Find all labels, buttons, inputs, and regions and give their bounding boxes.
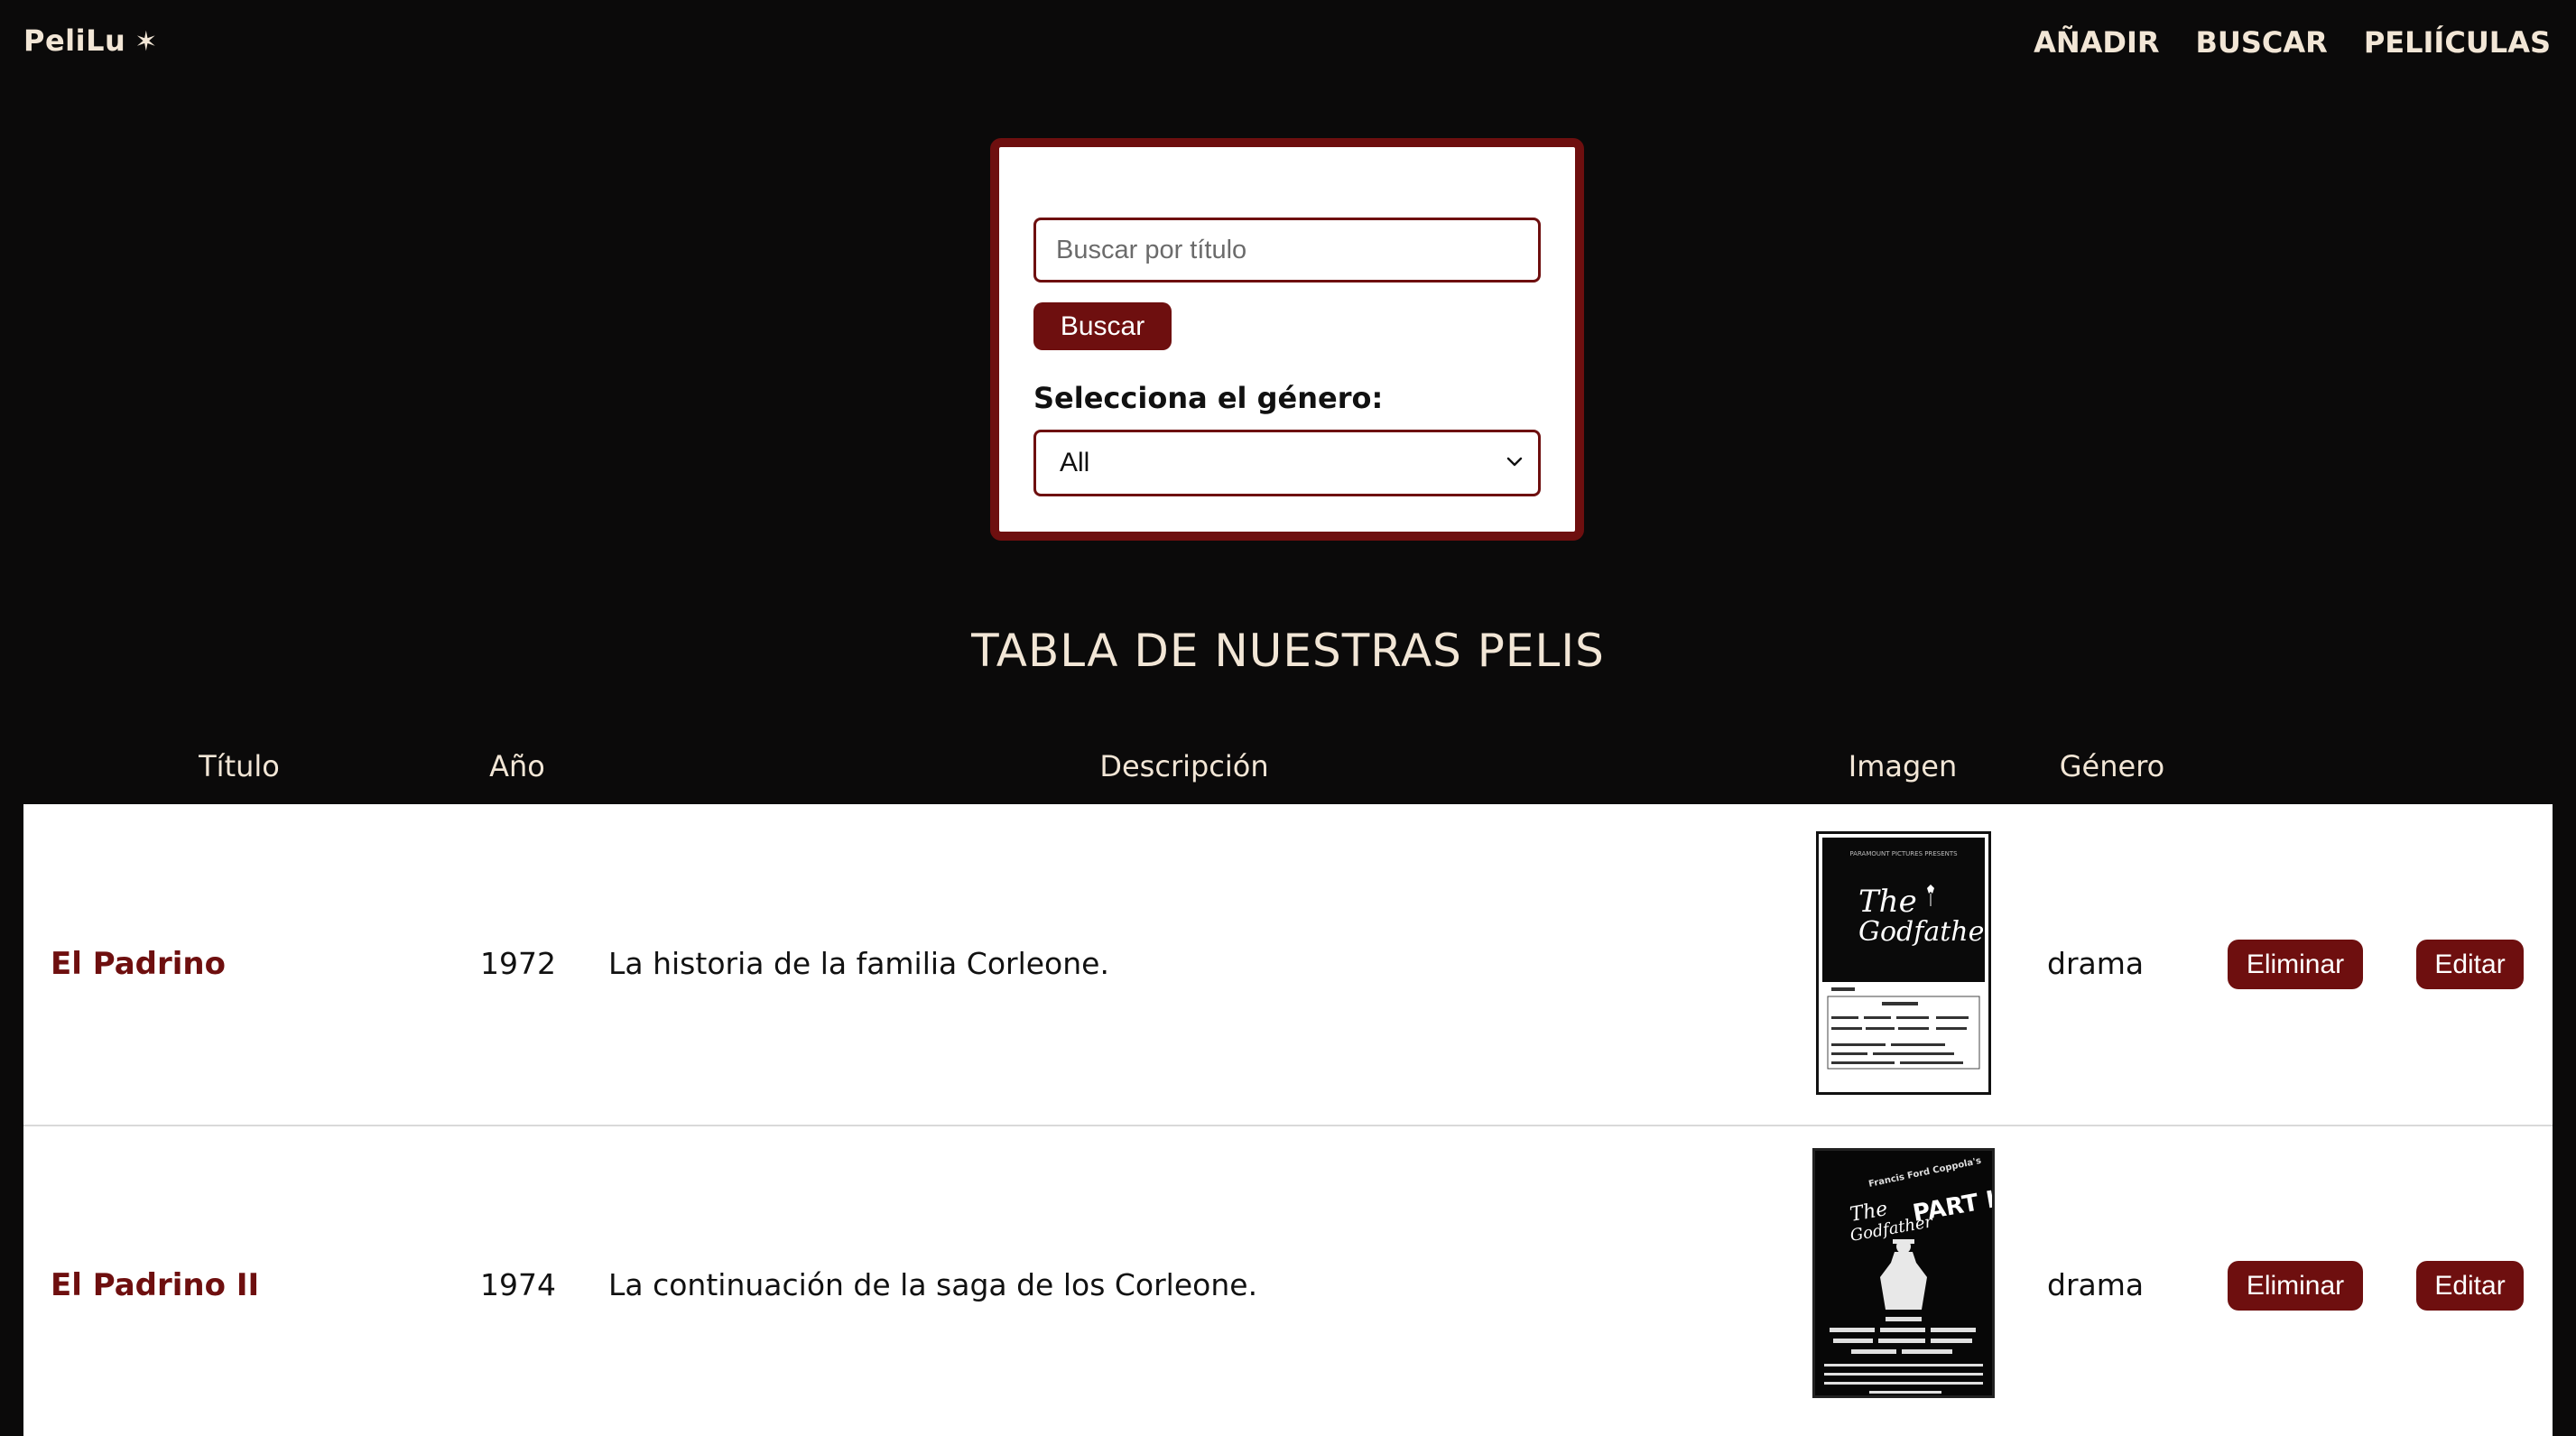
svg-text:Godfather: Godfather bbox=[1858, 916, 1988, 948]
movie-year: 1972 bbox=[480, 946, 556, 981]
movie-title-link[interactable]: El Padrino bbox=[51, 946, 226, 982]
column-header-descripcion: Descripción bbox=[1099, 749, 1269, 783]
brand-name: PeliLu bbox=[23, 23, 126, 58]
genre-selected-value: All bbox=[1060, 448, 1090, 477]
nav-buscar-link[interactable]: BUSCAR bbox=[2196, 25, 2328, 60]
movie-poster-image: Francis Ford Coppola's The Godfather PAR… bbox=[1812, 1148, 1995, 1398]
edit-button[interactable]: Editar bbox=[2416, 1261, 2524, 1311]
godfather-poster-icon: PARAMOUNT PICTURES PRESENTS The Godfathe… bbox=[1822, 838, 1988, 1070]
svg-text:The: The bbox=[1858, 884, 1917, 920]
search-button[interactable]: Buscar bbox=[1033, 302, 1172, 350]
column-header-anio: Año bbox=[489, 749, 545, 783]
edit-button[interactable]: Editar bbox=[2416, 940, 2524, 989]
movie-year: 1974 bbox=[480, 1267, 556, 1302]
svg-text:PARAMOUNT PICTURES PRESENTS: PARAMOUNT PICTURES PRESENTS bbox=[1849, 850, 1958, 857]
column-header-genero: Género bbox=[2059, 749, 2165, 783]
movie-description: La continuación de la saga de los Corleo… bbox=[608, 1267, 1258, 1302]
delete-button[interactable]: Eliminar bbox=[2228, 1261, 2363, 1311]
genre-label: Selecciona el género: bbox=[1033, 381, 1384, 415]
nav-peliculas-link[interactable]: PELIÍCULAS bbox=[2364, 25, 2551, 60]
movies-table-body bbox=[23, 804, 2553, 1436]
nav-anadir-link[interactable]: AÑADIR bbox=[2034, 25, 2159, 60]
search-title-input[interactable] bbox=[1033, 218, 1541, 283]
table-heading: TABLA DE NUESTRAS PELIS bbox=[971, 625, 1605, 677]
column-header-titulo: Título bbox=[199, 749, 280, 783]
genre-select[interactable]: All bbox=[1033, 430, 1541, 496]
star-icon: ✶ bbox=[134, 26, 158, 58]
brand-logo[interactable]: PeliLu ✶ bbox=[23, 23, 158, 58]
movie-poster-image: PARAMOUNT PICTURES PRESENTS The Godfathe… bbox=[1816, 831, 1991, 1095]
chevron-down-icon bbox=[1506, 457, 1523, 467]
column-header-imagen: Imagen bbox=[1848, 749, 1958, 783]
row-divider bbox=[23, 1125, 2553, 1126]
movie-description: La historia de la familia Corleone. bbox=[608, 946, 1109, 981]
top-navbar: PeliLu ✶ AÑADIR BUSCAR PELIÍCULAS bbox=[0, 0, 2576, 90]
main-nav: AÑADIR BUSCAR PELIÍCULAS bbox=[2034, 25, 2551, 60]
movie-genre: drama bbox=[2047, 946, 2145, 981]
movie-title-link[interactable]: El Padrino II bbox=[51, 1267, 259, 1303]
godfather-part-ii-poster-icon: Francis Ford Coppola's The Godfather PAR… bbox=[1815, 1151, 1992, 1395]
delete-button[interactable]: Eliminar bbox=[2228, 940, 2363, 989]
movie-genre: drama bbox=[2047, 1267, 2145, 1302]
